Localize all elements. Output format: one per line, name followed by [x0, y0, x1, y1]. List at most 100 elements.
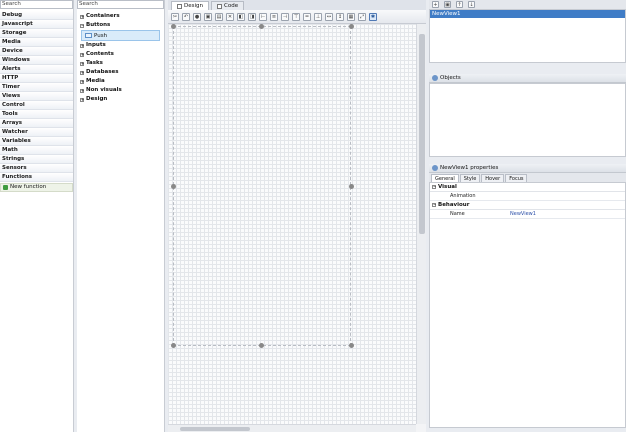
- category-item[interactable]: Storage: [0, 29, 73, 38]
- category-item[interactable]: Watcher: [0, 128, 73, 137]
- designer-area: Design Code ✂ ↶ ● ▣ ▤ ✕ ◧ ◨ ⊢ ≡ ⊣ ⊤ ═ ⊥ …: [168, 0, 426, 432]
- scroll-thumb[interactable]: [419, 34, 425, 234]
- component-group-label: Design: [86, 96, 108, 102]
- tab-code[interactable]: Code: [211, 1, 245, 10]
- resize-handle[interactable]: [171, 184, 176, 189]
- new-function-label: New function: [10, 184, 47, 190]
- category-item[interactable]: Javascript: [0, 20, 73, 29]
- properties-tab[interactable]: Focus: [505, 174, 528, 182]
- vertical-scrollbar[interactable]: [416, 24, 426, 424]
- category-item[interactable]: Alerts: [0, 65, 73, 74]
- paste-icon[interactable]: ▤: [215, 12, 223, 21]
- undo-icon[interactable]: ↶: [182, 12, 190, 21]
- objects-panel-header: Objects: [429, 74, 626, 83]
- category-search-input[interactable]: Search: [0, 0, 73, 9]
- properties-tab[interactable]: General: [431, 174, 459, 182]
- component-item-push[interactable]: Push: [81, 30, 160, 41]
- resize-handle[interactable]: [349, 24, 354, 29]
- component-group[interactable]: + Design: [77, 95, 164, 104]
- align-right-icon[interactable]: ⊣: [281, 12, 289, 21]
- expand-icon[interactable]: +: [80, 43, 84, 48]
- design-canvas[interactable]: [168, 24, 416, 424]
- category-item[interactable]: Functions: [0, 173, 73, 182]
- resize-handle[interactable]: [171, 343, 176, 348]
- align-left-icon[interactable]: ⊢: [259, 12, 267, 21]
- move-up-icon[interactable]: ↑: [456, 1, 463, 8]
- resize-handle[interactable]: [259, 24, 264, 29]
- add-view-icon[interactable]: +: [432, 1, 439, 8]
- category-item[interactable]: Views: [0, 92, 73, 101]
- component-group[interactable]: + Media: [77, 77, 164, 86]
- copy-view-icon[interactable]: ▣: [444, 1, 451, 8]
- component-group[interactable]: + Inputs: [77, 41, 164, 50]
- objects-title: Objects: [440, 74, 461, 81]
- category-item[interactable]: Tools: [0, 110, 73, 119]
- category-item[interactable]: Math: [0, 146, 73, 155]
- properties-tab[interactable]: Hover: [481, 174, 505, 182]
- component-group[interactable]: − Buttons: [77, 21, 164, 30]
- collapse-icon[interactable]: −: [432, 185, 436, 189]
- stop-icon[interactable]: ●: [193, 12, 201, 21]
- component-group[interactable]: + Contents: [77, 50, 164, 59]
- expand-icon[interactable]: +: [80, 52, 84, 57]
- resize-icon[interactable]: ⤢: [358, 12, 366, 21]
- category-item[interactable]: Timer: [0, 83, 73, 92]
- align-top-icon[interactable]: ⊤: [292, 12, 300, 21]
- category-item[interactable]: Windows: [0, 56, 73, 65]
- component-group[interactable]: + Tasks: [77, 59, 164, 68]
- resize-handle[interactable]: [171, 24, 176, 29]
- property-group[interactable]: − Behaviour: [430, 201, 625, 210]
- expand-icon[interactable]: +: [80, 70, 84, 75]
- view-item-selected[interactable]: NewView1: [430, 10, 625, 18]
- same-height-icon[interactable]: ↕: [336, 12, 344, 21]
- align-center-icon[interactable]: ≡: [270, 12, 278, 21]
- component-search-input[interactable]: Search: [77, 0, 164, 9]
- bring-front-icon[interactable]: ◧: [237, 12, 245, 21]
- resize-handle[interactable]: [349, 343, 354, 348]
- align-bottom-icon[interactable]: ⊥: [314, 12, 322, 21]
- category-item[interactable]: Arrays: [0, 119, 73, 128]
- scroll-thumb[interactable]: [180, 427, 250, 431]
- new-function-button[interactable]: New function: [0, 183, 73, 192]
- align-middle-icon[interactable]: ═: [303, 12, 311, 21]
- send-back-icon[interactable]: ◨: [248, 12, 256, 21]
- property-value[interactable]: NewView1: [510, 210, 536, 218]
- property-row[interactable]: Name NewView1: [430, 210, 625, 219]
- category-item[interactable]: Debug: [0, 11, 73, 20]
- resize-handle[interactable]: [349, 184, 354, 189]
- tab-design[interactable]: Design: [171, 1, 209, 10]
- expand-icon[interactable]: +: [80, 97, 84, 102]
- cut-icon[interactable]: ✂: [171, 12, 179, 21]
- resize-handle[interactable]: [259, 343, 264, 348]
- property-group[interactable]: − Visual: [430, 183, 625, 192]
- properties-tab[interactable]: Style: [459, 174, 481, 182]
- view-selection-box[interactable]: [173, 26, 351, 346]
- copy-icon[interactable]: ▣: [204, 12, 212, 21]
- move-down-icon[interactable]: ↓: [468, 1, 475, 8]
- component-item-label: Push: [94, 32, 108, 39]
- category-item[interactable]: Strings: [0, 155, 73, 164]
- category-item[interactable]: Variables: [0, 137, 73, 146]
- component-group[interactable]: + Containers: [77, 12, 164, 21]
- category-item[interactable]: Media: [0, 38, 73, 47]
- horizontal-scrollbar[interactable]: [168, 424, 416, 432]
- add-function-icon: [3, 185, 8, 190]
- expand-icon[interactable]: +: [80, 88, 84, 93]
- category-item[interactable]: Sensors: [0, 164, 73, 173]
- grid-icon[interactable]: ▦: [347, 12, 355, 21]
- category-item[interactable]: Control: [0, 101, 73, 110]
- same-width-icon[interactable]: ↔: [325, 12, 333, 21]
- component-group[interactable]: + Non visuals: [77, 86, 164, 95]
- category-item[interactable]: HTTP: [0, 74, 73, 83]
- expand-icon[interactable]: +: [80, 14, 84, 19]
- delete-icon[interactable]: ✕: [226, 12, 234, 21]
- category-item[interactable]: Device: [0, 47, 73, 56]
- settings-icon[interactable]: ✱: [369, 12, 377, 21]
- collapse-icon[interactable]: −: [80, 23, 84, 28]
- component-group[interactable]: + Databases: [77, 68, 164, 77]
- collapse-icon[interactable]: −: [432, 203, 436, 207]
- expand-icon[interactable]: +: [80, 61, 84, 66]
- views-toolbar: + ▣ ↑ ↓: [429, 0, 626, 9]
- component-tree: + Containers − Buttons Push + Inputs + Contents +…: [77, 12, 164, 104]
- expand-icon[interactable]: +: [80, 79, 84, 84]
